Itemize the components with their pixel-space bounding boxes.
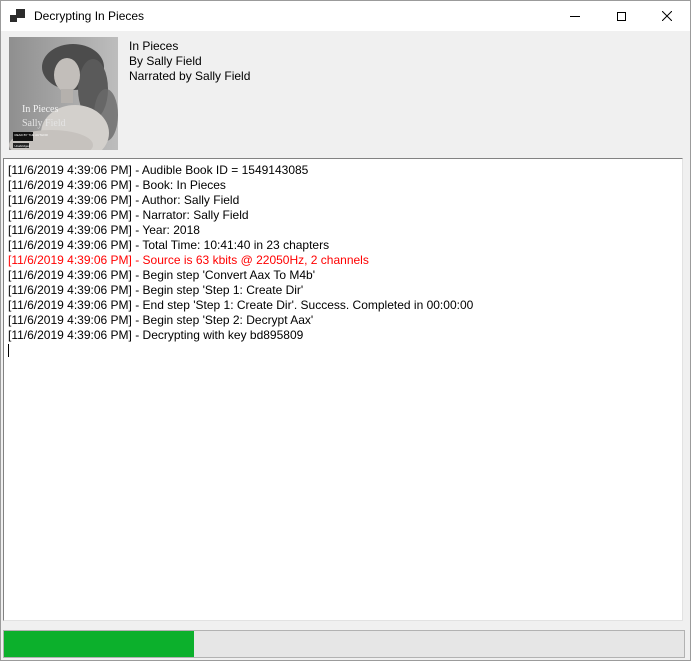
cover-title-text: In Pieces xyxy=(22,104,58,115)
log-area[interactable]: [11/6/2019 4:39:06 PM] - Audible Book ID… xyxy=(3,158,683,621)
app-icon-square-large xyxy=(16,9,25,18)
cover-badge-text: READ BY THE AUTHOR xyxy=(15,133,49,137)
window-controls xyxy=(552,1,690,31)
book-info-line: Narrated by Sally Field xyxy=(129,69,250,84)
close-icon xyxy=(662,11,672,21)
close-button[interactable] xyxy=(644,1,690,31)
minimize-icon xyxy=(570,16,580,17)
log-entry: [11/6/2019 4:39:06 PM] - Book: In Pieces xyxy=(8,178,679,193)
progress-bar xyxy=(3,630,685,658)
log-entry: [11/6/2019 4:39:06 PM] - Narrator: Sally… xyxy=(8,208,679,223)
log-entry: [11/6/2019 4:39:06 PM] - Total Time: 10:… xyxy=(8,238,679,253)
maximize-button[interactable] xyxy=(598,1,644,31)
log-entry: [11/6/2019 4:39:06 PM] - Begin step 'Ste… xyxy=(8,313,679,328)
text-caret xyxy=(8,344,9,357)
log-caret-line xyxy=(8,343,679,358)
app-icon-square-small xyxy=(10,15,17,22)
log-entry: [11/6/2019 4:39:06 PM] - Begin step 'Ste… xyxy=(8,283,679,298)
title-bar[interactable]: Decrypting In Pieces xyxy=(1,1,690,31)
book-info-line: In Pieces xyxy=(129,39,250,54)
log-entry: [11/6/2019 4:39:06 PM] - Year: 2018 xyxy=(8,223,679,238)
log-entry: [11/6/2019 4:39:06 PM] - Author: Sally F… xyxy=(8,193,679,208)
log-entry: [11/6/2019 4:39:06 PM] - End step 'Step … xyxy=(8,298,679,313)
book-cover-art: In Pieces Sally Field READ BY THE AUTHOR… xyxy=(9,37,118,150)
app-icon xyxy=(10,9,25,23)
progress-fill xyxy=(4,631,194,657)
minimize-button[interactable] xyxy=(552,1,598,31)
log-entry: [11/6/2019 4:39:06 PM] - Decrypting with… xyxy=(8,328,679,343)
log-entry: [11/6/2019 4:39:06 PM] - Audible Book ID… xyxy=(8,163,679,178)
book-cover-image: In Pieces Sally Field READ BY THE AUTHOR… xyxy=(9,37,118,150)
app-window: Decrypting In Pieces xyxy=(0,0,691,661)
log-entry: [11/6/2019 4:39:06 PM] - Source is 63 kb… xyxy=(8,253,679,268)
book-info-line: By Sally Field xyxy=(129,54,250,69)
maximize-icon xyxy=(617,12,626,21)
cover-edition-text: Unabridged xyxy=(15,144,31,148)
window-title: Decrypting In Pieces xyxy=(34,9,144,23)
book-info-label: In PiecesBy Sally FieldNarrated by Sally… xyxy=(129,39,250,84)
log-entry: [11/6/2019 4:39:06 PM] - Begin step 'Con… xyxy=(8,268,679,283)
cover-author-text: Sally Field xyxy=(22,118,66,129)
